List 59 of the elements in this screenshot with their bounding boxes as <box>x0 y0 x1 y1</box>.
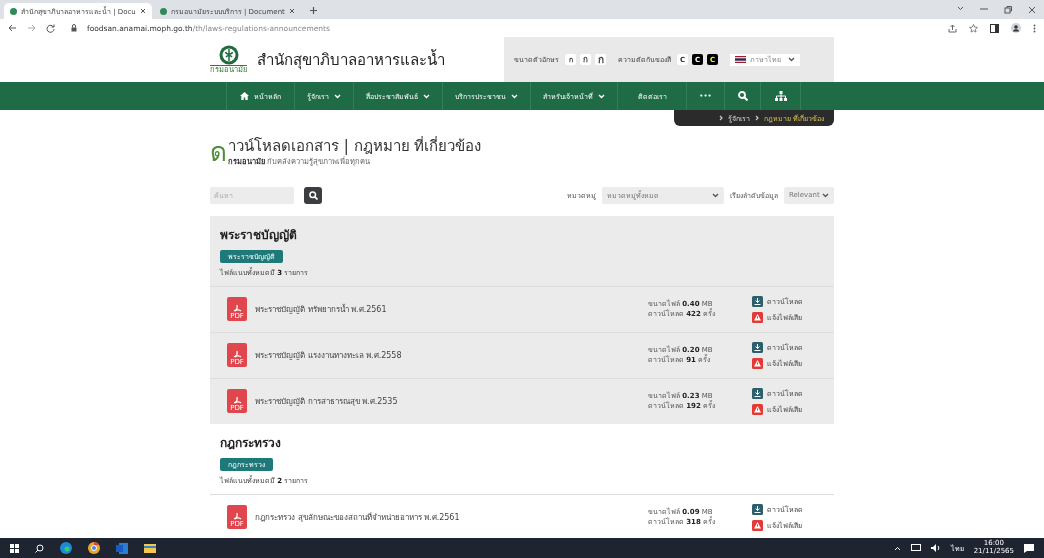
close-icon[interactable] <box>139 8 146 14</box>
favicon-icon <box>10 7 17 15</box>
network-icon[interactable] <box>910 544 921 552</box>
file-name-link[interactable]: พระราชบัญญัติ แรงงานทางทะเล พ.ศ.2558 <box>255 348 640 362</box>
folder-icon[interactable] <box>144 543 156 553</box>
search-icon[interactable] <box>35 543 44 553</box>
search-icon[interactable] <box>737 91 748 101</box>
caret-icon <box>712 192 719 198</box>
volume-icon[interactable] <box>930 544 941 552</box>
lock-icon <box>71 24 77 32</box>
download-icon[interactable] <box>752 295 763 307</box>
chrome-browser-icon[interactable] <box>88 542 100 554</box>
share-icon[interactable] <box>948 23 957 33</box>
site-name: สำนักสุขาภิบาลอาหารและน้ำ <box>257 48 445 72</box>
notification-icon[interactable] <box>1024 543 1034 553</box>
chevron-icon <box>754 115 759 121</box>
font-size-button[interactable]: ก <box>595 54 606 65</box>
warning-icon[interactable] <box>752 403 763 415</box>
restore-icon[interactable] <box>1004 5 1012 14</box>
search-icon <box>308 190 318 200</box>
chevron-icon <box>718 115 723 121</box>
back-icon[interactable] <box>8 24 17 32</box>
edge-browser-icon[interactable] <box>60 542 72 554</box>
sitemap-icon[interactable] <box>774 91 787 101</box>
caret-icon <box>788 57 795 62</box>
logo-letter: ด <box>210 139 227 166</box>
section-title: พระราชบัญญัติ <box>220 226 298 244</box>
file-name-link[interactable]: พระราชบัญญัติ ทรัพยากรน้ำ พ.ศ.2561 <box>255 302 640 316</box>
menu-icon[interactable] <box>1033 23 1036 33</box>
close-icon[interactable] <box>1028 5 1036 14</box>
flag-icon <box>735 56 746 63</box>
caret-icon <box>598 93 605 99</box>
download-icon[interactable] <box>752 341 763 353</box>
star-icon[interactable] <box>969 23 978 33</box>
new-tab-icon[interactable] <box>308 6 318 15</box>
reload-icon[interactable] <box>46 23 55 33</box>
profile-icon[interactable] <box>1011 23 1021 33</box>
windows-start-icon[interactable] <box>10 543 19 553</box>
page-title: าวน์โหลดเอกสาร | กฎหมาย ที่เกี่ยวข้อง <box>228 138 482 155</box>
file-name-link[interactable]: พระราชบัญญัติ การสาธารณสุข พ.ศ.2535 <box>255 394 640 408</box>
download-icon[interactable] <box>752 503 763 515</box>
favicon-icon <box>159 7 167 15</box>
caret-icon <box>511 93 518 99</box>
caret-icon <box>334 93 341 99</box>
caret-icon <box>822 192 829 198</box>
font-size-button[interactable]: ก <box>580 54 591 65</box>
home-icon <box>240 92 249 100</box>
warning-icon[interactable] <box>752 357 763 369</box>
word-app-icon[interactable] <box>116 542 128 554</box>
close-icon[interactable] <box>288 8 295 14</box>
warning-icon[interactable] <box>752 519 763 531</box>
section-title: กฎกระทรวง <box>220 434 282 452</box>
search-button[interactable] <box>304 186 322 204</box>
download-icon[interactable] <box>752 387 763 399</box>
emblem-logo <box>218 45 239 66</box>
file-name-link[interactable]: กฎกระทรวง สุขลักษณะของสถานที่จำหน่ายอาหาร พ.ศ.2561 <box>255 510 640 524</box>
warning-icon[interactable] <box>752 311 763 323</box>
caret-icon <box>423 93 430 99</box>
side-panel-icon[interactable] <box>990 23 999 33</box>
